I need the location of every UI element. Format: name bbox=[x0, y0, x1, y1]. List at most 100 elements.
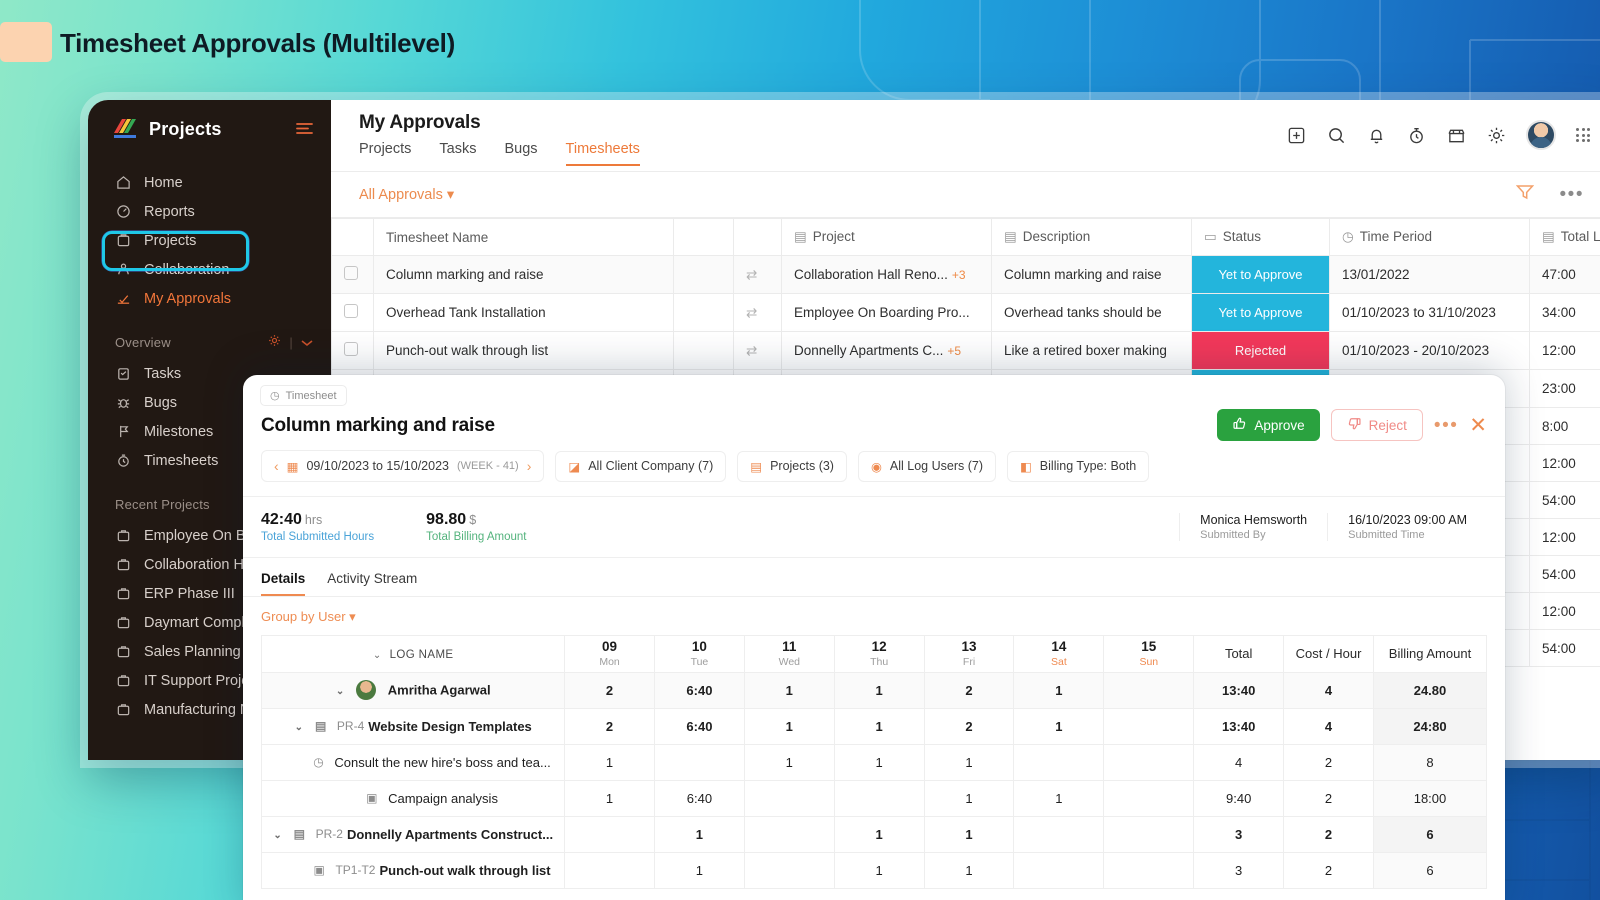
select-all-header[interactable] bbox=[331, 218, 374, 256]
col-header-time-period[interactable]: ◷ Time Period bbox=[1329, 218, 1530, 256]
table-row[interactable]: Overhead Tank Installation ⇄ Employee On… bbox=[331, 293, 1600, 332]
cell-project: Employee On Boarding Pro... bbox=[781, 293, 992, 332]
cell-expand[interactable] bbox=[673, 293, 734, 332]
table-row[interactable]: Punch-out walk through list ⇄ Donnelly A… bbox=[331, 331, 1600, 370]
cell-expand[interactable] bbox=[673, 331, 734, 370]
col-header-log-name[interactable]: ⌄ LOG NAME bbox=[260, 635, 566, 673]
add-icon[interactable] bbox=[1286, 125, 1306, 145]
tab-projects[interactable]: Projects bbox=[359, 141, 411, 166]
section-divider: | bbox=[289, 334, 293, 350]
project-extra-count[interactable]: +5 bbox=[947, 344, 961, 358]
chevron-down-icon[interactable] bbox=[301, 335, 313, 350]
app-grid-icon[interactable] bbox=[1576, 128, 1590, 142]
next-week-icon[interactable]: › bbox=[527, 458, 532, 474]
chevron-down-icon[interactable]: ⌄ bbox=[273, 830, 282, 841]
cell-cost: 2 bbox=[1283, 851, 1374, 889]
sidebar-item-collaboration[interactable]: Collaboration bbox=[88, 255, 331, 284]
cell-sync[interactable]: ⇄ bbox=[733, 293, 782, 332]
status-badge: Rejected bbox=[1192, 332, 1329, 369]
tab-tasks[interactable]: Tasks bbox=[439, 141, 476, 166]
sidebar-item-my-approvals[interactable]: My Approvals bbox=[88, 284, 331, 313]
cell-log-name: ▣ Campaign analysis bbox=[260, 779, 566, 817]
col-header-description[interactable]: ▤ Description bbox=[991, 218, 1192, 256]
date-range-label: 09/10/2023 to 15/10/2023 bbox=[306, 459, 449, 473]
sidebar-item-label: Projects bbox=[144, 232, 197, 249]
timer-icon[interactable] bbox=[1406, 125, 1426, 145]
all-approvals-dropdown[interactable]: All Approvals ▾ bbox=[359, 187, 454, 203]
prev-week-icon[interactable]: ‹ bbox=[274, 458, 279, 474]
row-checkbox[interactable] bbox=[344, 266, 358, 280]
tab-timesheets[interactable]: Timesheets bbox=[565, 141, 640, 166]
col-header-project[interactable]: ▤ Project bbox=[781, 218, 992, 256]
client-company-filter[interactable]: ◪ All Client Company (7) bbox=[555, 450, 727, 482]
table-row[interactable]: Column marking and raise ⇄ Collaboration… bbox=[331, 255, 1600, 294]
briefcase-icon bbox=[115, 557, 131, 573]
sidebar-item-reports[interactable]: Reports bbox=[88, 197, 331, 226]
group-by-dropdown[interactable]: Group by User ▾ bbox=[243, 597, 1505, 635]
cell-total: 12:00 bbox=[1529, 331, 1600, 370]
col-header-timesheet-name[interactable]: Timesheet Name bbox=[373, 218, 674, 256]
row-checkbox-cell[interactable] bbox=[331, 331, 374, 370]
tab-details[interactable]: Details bbox=[261, 571, 306, 596]
funnel-icon[interactable] bbox=[1515, 184, 1534, 205]
title-accent-swatch bbox=[0, 22, 52, 62]
sidebar-section-label: Recent Projects bbox=[115, 496, 210, 512]
avatar[interactable] bbox=[1526, 120, 1556, 150]
projects-filter[interactable]: ▤ Projects (3) bbox=[737, 450, 847, 482]
row-checkbox[interactable] bbox=[344, 304, 358, 318]
sidebar-item-label: Manufacturing N bbox=[144, 701, 251, 718]
modal-more-options-icon[interactable]: ••• bbox=[1434, 416, 1458, 435]
row-checkbox[interactable] bbox=[344, 342, 358, 356]
sidebar-item-label: Tasks bbox=[144, 365, 182, 382]
chevron-down-icon[interactable]: ⌄ bbox=[336, 686, 345, 697]
search-icon[interactable] bbox=[1326, 125, 1346, 145]
col-header-status[interactable]: ▭ Status bbox=[1191, 218, 1330, 256]
log-row-task[interactable]: ▣ Campaign analysis 1 6:40 1 1 9:40 2 18… bbox=[260, 779, 1488, 817]
log-row-task[interactable]: ▣ TP1-T2 Punch-out walk through list 1 1 … bbox=[260, 851, 1488, 889]
reject-button[interactable]: Reject bbox=[1330, 409, 1423, 441]
log-row-task[interactable]: ◷ Consult the new hire's boss and tea...… bbox=[260, 743, 1488, 781]
sidebar-item-label: ERP Phase III bbox=[144, 585, 235, 602]
overview-settings-icon[interactable] bbox=[268, 334, 281, 350]
cell-sync[interactable]: ⇄ bbox=[733, 331, 782, 370]
col-label: Time Period bbox=[1359, 229, 1433, 244]
collapse-all-icon[interactable]: ⌄ bbox=[373, 650, 382, 661]
log-row-project[interactable]: ⌄ ▤ PR-2 Donnelly Apartments Construct...… bbox=[260, 815, 1488, 853]
sidebar-item-projects[interactable]: Projects bbox=[88, 226, 331, 255]
more-options-icon[interactable]: ••• bbox=[1560, 185, 1584, 204]
cell-expand[interactable] bbox=[673, 255, 734, 294]
cell-sync[interactable]: ⇄ bbox=[733, 255, 782, 294]
modal-summary-bar: 42:40 hrs Total Submitted Hours 98.80 $ To… bbox=[243, 496, 1505, 558]
log-users-filter[interactable]: ◉ All Log Users (7) bbox=[857, 450, 996, 482]
approvals-filter-bar: All Approvals ▾ ••• bbox=[331, 172, 1600, 218]
cell-day bbox=[1103, 743, 1195, 781]
briefcase-icon bbox=[115, 673, 131, 689]
milestone-icon bbox=[115, 424, 131, 440]
chevron-down-icon[interactable]: ⌄ bbox=[294, 722, 303, 733]
sidebar-section-overview: Overview | bbox=[88, 325, 331, 359]
project-extra-count[interactable]: +3 bbox=[952, 268, 966, 282]
billing-type-filter[interactable]: ◧ Billing Type: Both bbox=[1006, 450, 1150, 482]
row-checkbox-cell[interactable] bbox=[331, 255, 374, 294]
all-approvals-label: All Approvals bbox=[359, 186, 443, 203]
notification-bell-icon[interactable] bbox=[1366, 125, 1386, 145]
log-row-project[interactable]: ⌄ ▤ PR-4 Website Design Templates 2 6:40 … bbox=[260, 707, 1488, 745]
sidebar-item-home[interactable]: Home bbox=[88, 168, 331, 197]
row-checkbox-cell[interactable] bbox=[331, 293, 374, 332]
tab-bugs[interactable]: Bugs bbox=[504, 141, 537, 166]
cell-description: Like a retired boxer making bbox=[991, 331, 1192, 370]
col-header-total[interactable]: ▤ Total L bbox=[1529, 218, 1600, 256]
log-row-user[interactable]: ⌄ Amritha Agarwal 2 6:40 1 1 2 1 13:40 4… bbox=[260, 671, 1488, 709]
sidebar-brand[interactable]: Projects bbox=[88, 100, 331, 158]
cell-log-name: ⌄ ▤ PR-4 Website Design Templates bbox=[260, 707, 566, 745]
status-badge: Yet to Approve bbox=[1192, 294, 1329, 331]
approve-button[interactable]: Approve bbox=[1217, 409, 1320, 441]
gear-icon[interactable] bbox=[1486, 125, 1506, 145]
tab-activity-stream[interactable]: Activity Stream bbox=[327, 571, 417, 596]
close-icon[interactable]: ✕ bbox=[1469, 415, 1487, 436]
modal-filter-chips: ‹ ▦ 09/10/2023 to 15/10/2023 (WEEK - 41)… bbox=[243, 437, 1505, 496]
marketplace-icon[interactable] bbox=[1446, 125, 1466, 145]
cell-total: 4 bbox=[1193, 743, 1285, 781]
date-range-selector[interactable]: ‹ ▦ 09/10/2023 to 15/10/2023 (WEEK - 41)… bbox=[261, 450, 545, 482]
sidebar-collapse-icon[interactable] bbox=[296, 121, 313, 138]
